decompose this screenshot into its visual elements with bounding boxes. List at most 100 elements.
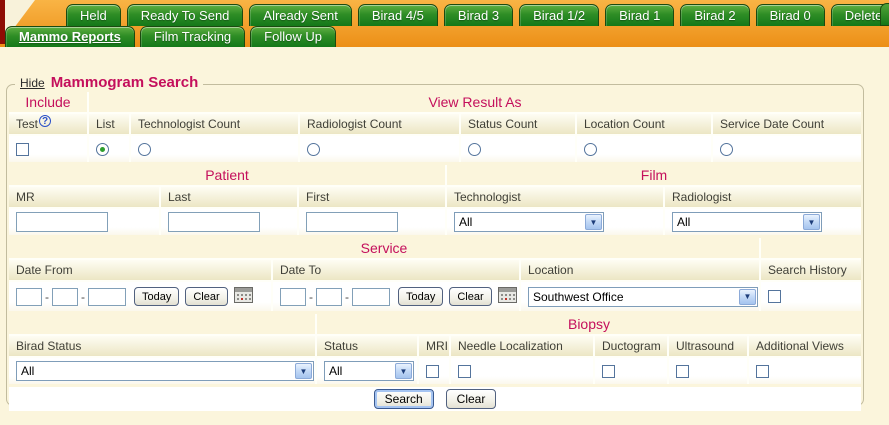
mri-label: MRI (419, 336, 449, 356)
hide-link[interactable]: Hide (20, 76, 45, 90)
technologist-count-label: Technologist Count (131, 114, 298, 134)
panel-legend: Hide Mammogram Search (15, 74, 203, 91)
chevron-down-icon: ▼ (295, 363, 312, 379)
search-history-label: Search History (761, 260, 861, 280)
service-date-count-radio[interactable] (720, 143, 733, 156)
date-from-clear-button[interactable]: Clear (185, 287, 227, 306)
chevron-down-icon: ▼ (395, 363, 412, 379)
header-bar: Held Ready To Send Already Sent Birad 4/… (0, 0, 889, 47)
mr-label: MR (9, 187, 159, 207)
date-to-today-button[interactable]: Today (398, 287, 443, 306)
location-label: Location (521, 260, 759, 280)
clipped-tab-edge (880, 3, 889, 26)
date-separator: - (345, 290, 349, 304)
radiologist-count-radio[interactable] (307, 143, 320, 156)
needle-localization-checkbox[interactable] (458, 365, 471, 378)
status-count-label: Status Count (461, 114, 575, 134)
radiologist-select-value: All (677, 215, 690, 229)
tab-birad-1[interactable]: Birad 1 (605, 4, 674, 26)
additional-views-checkbox[interactable] (756, 365, 769, 378)
ductogram-checkbox[interactable] (602, 365, 615, 378)
page-title: Mammogram Search (51, 74, 199, 91)
calendar-icon[interactable] (234, 287, 253, 306)
date-separator: - (309, 290, 313, 304)
clear-button[interactable]: Clear (446, 389, 497, 409)
list-radio[interactable] (96, 143, 109, 156)
test-label-text: Test (16, 117, 38, 131)
status-select[interactable]: All ▼ (324, 361, 414, 381)
date-separator: - (45, 290, 49, 304)
date-to-month-input[interactable] (280, 288, 306, 306)
tab-birad-1-2[interactable]: Birad 1/2 (519, 4, 599, 26)
sub-tab-row: Mammo Reports Film Tracking Follow Up (5, 26, 336, 47)
film-header: Film (447, 165, 861, 185)
date-to-day-input[interactable] (316, 288, 342, 306)
ultrasound-checkbox[interactable] (676, 365, 689, 378)
service-header: Service (9, 238, 759, 258)
radiologist-count-label: Radiologist Count (300, 114, 459, 134)
status-label: Status (317, 336, 417, 356)
radiologist-select[interactable]: All ▼ (672, 212, 822, 232)
mr-input[interactable] (16, 212, 108, 232)
birad-status-select[interactable]: All ▼ (16, 361, 314, 381)
last-label: Last (161, 187, 297, 207)
technologist-label: Technologist (447, 187, 663, 207)
service-header-spacer (761, 238, 861, 258)
section-patient-film: Patient Film MR Last First Technologist … (9, 165, 861, 235)
tab-mammo-reports[interactable]: Mammo Reports (5, 26, 135, 47)
first-label: First (299, 187, 445, 207)
chevron-down-icon: ▼ (739, 289, 756, 305)
date-separator: - (81, 290, 85, 304)
form-actions: Search Clear (9, 387, 861, 411)
date-from-month-input[interactable] (16, 288, 42, 306)
mri-checkbox[interactable] (426, 365, 439, 378)
status-count-radio[interactable] (468, 143, 481, 156)
date-from-year-input[interactable] (88, 288, 126, 306)
birad-status-label: Birad Status (9, 336, 315, 356)
location-count-radio[interactable] (584, 143, 597, 156)
technologist-select[interactable]: All ▼ (454, 212, 604, 232)
calendar-icon[interactable] (498, 287, 517, 306)
view-result-header: View Result As (89, 92, 861, 112)
test-checkbox[interactable] (16, 143, 29, 156)
test-label: Test? (9, 114, 87, 134)
tab-held[interactable]: Held (66, 4, 121, 26)
birad-status-select-value: All (21, 364, 34, 378)
needle-localization-label: Needle Localization (451, 336, 593, 356)
last-input[interactable] (168, 212, 260, 232)
date-from-day-input[interactable] (52, 288, 78, 306)
location-select[interactable]: Southwest Office ▼ (528, 287, 758, 307)
date-to-year-input[interactable] (352, 288, 390, 306)
location-select-value: Southwest Office (533, 290, 624, 304)
section-view-result: Include View Result As Test? List Techno… (9, 92, 861, 162)
date-to-clear-button[interactable]: Clear (449, 287, 491, 306)
date-from-today-button[interactable]: Today (134, 287, 179, 306)
first-input[interactable] (306, 212, 398, 232)
tab-birad-0[interactable]: Birad 0 (756, 4, 825, 26)
tab-follow-up[interactable]: Follow Up (250, 26, 336, 47)
location-count-label: Location Count (577, 114, 711, 134)
section-biopsy: Biopsy Birad Status Status MRI Needle Lo… (9, 314, 861, 384)
help-icon[interactable]: ? (39, 115, 51, 127)
tab-birad-3[interactable]: Birad 3 (444, 4, 513, 26)
search-button[interactable]: Search (374, 389, 434, 409)
ultrasound-label: Ultrasound (669, 336, 747, 356)
technologist-count-radio[interactable] (138, 143, 151, 156)
patient-header: Patient (9, 165, 445, 185)
biopsy-header-spacer (9, 314, 315, 334)
chevron-down-icon: ▼ (585, 214, 602, 230)
tab-film-tracking[interactable]: Film Tracking (140, 26, 245, 47)
tab-birad-4-5[interactable]: Birad 4/5 (358, 4, 438, 26)
tab-ready-to-send[interactable]: Ready To Send (127, 4, 244, 26)
chevron-down-icon: ▼ (803, 214, 820, 230)
include-header: Include (9, 92, 87, 112)
tab-birad-2[interactable]: Birad 2 (680, 4, 749, 26)
technologist-select-value: All (459, 215, 472, 229)
section-service: Service Date From Date To Location Searc… (9, 238, 861, 311)
biopsy-header: Biopsy (317, 314, 861, 334)
status-select-value: All (329, 364, 342, 378)
list-label: List (89, 114, 129, 134)
search-history-checkbox[interactable] (768, 290, 781, 303)
tab-already-sent[interactable]: Already Sent (249, 4, 351, 26)
top-tab-row: Held Ready To Send Already Sent Birad 4/… (66, 4, 889, 26)
